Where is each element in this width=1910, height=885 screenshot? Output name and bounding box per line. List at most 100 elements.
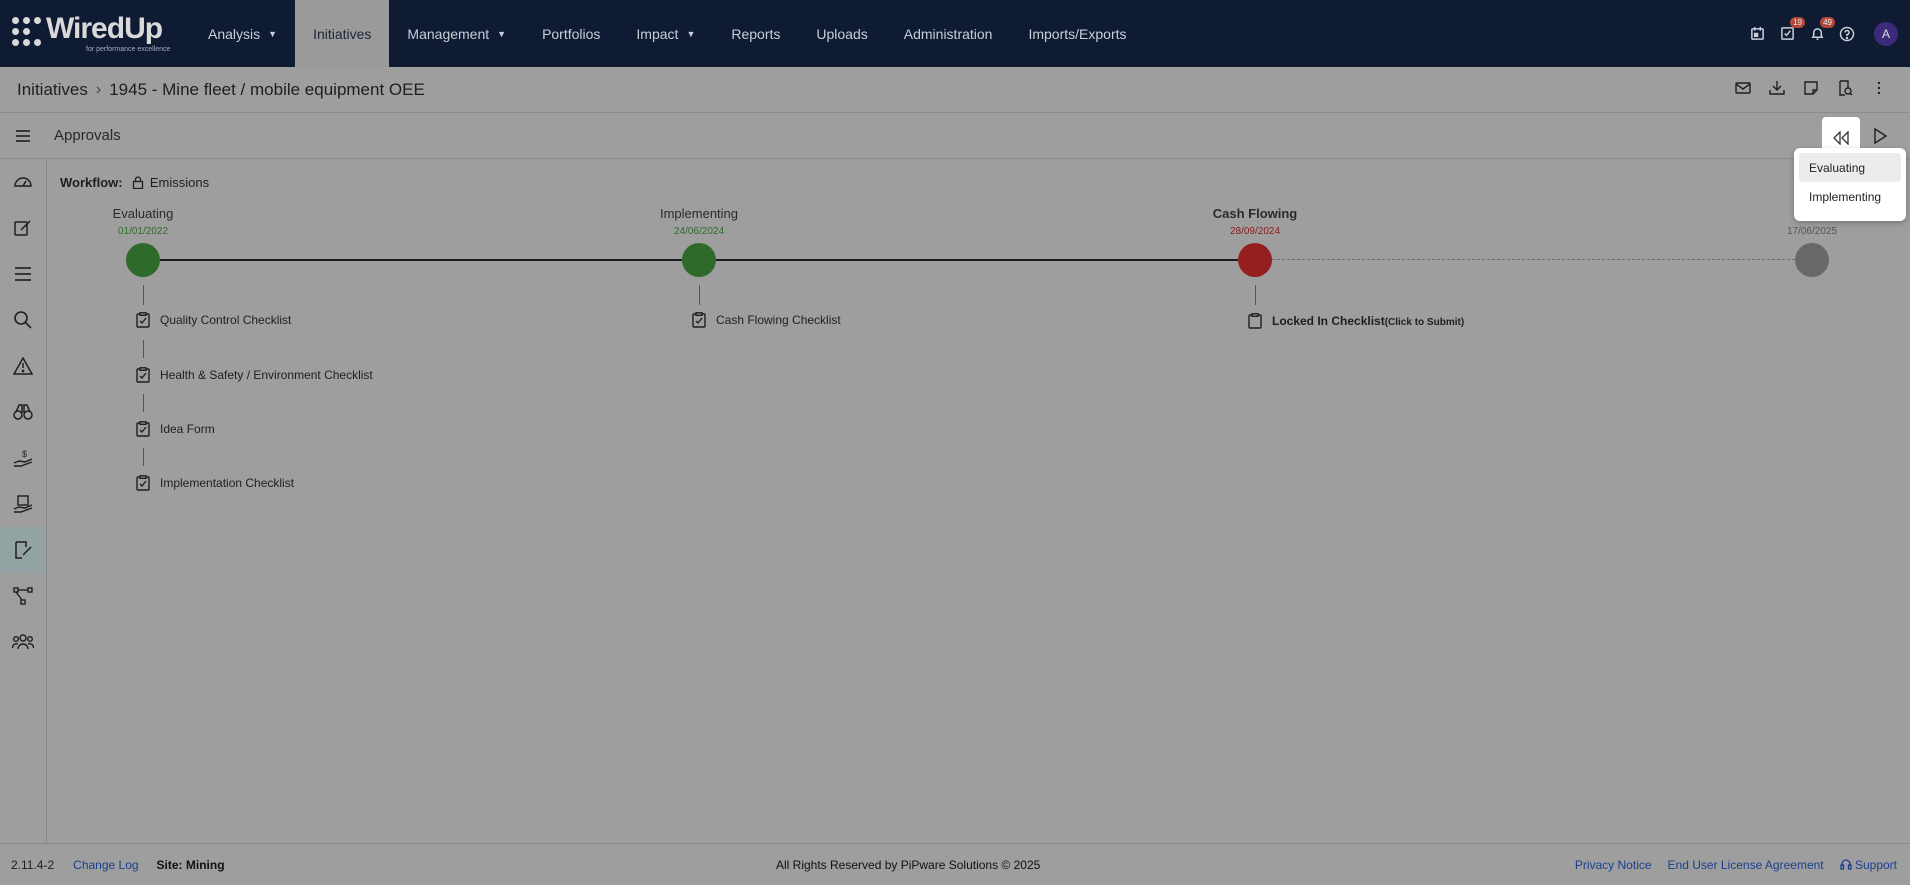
stage-date-evaluating: 01/01/2022 xyxy=(117,226,169,237)
menu-toggle-icon[interactable] xyxy=(0,129,46,143)
sidebar-item-risks[interactable] xyxy=(0,343,46,389)
user-avatar[interactable]: A xyxy=(1874,21,1898,46)
gauge-icon xyxy=(14,177,32,187)
nav-portfolios[interactable]: Portfolios xyxy=(524,0,618,67)
bell-icon[interactable]: 49 xyxy=(1808,16,1835,43)
nav-administration[interactable]: Administration xyxy=(886,0,1011,67)
money-hand-icon: $ xyxy=(13,449,33,467)
caret-down-icon: ▼ xyxy=(686,28,696,39)
stage-name-cash-flowing: Cash Flowing xyxy=(1212,206,1298,221)
dropdown-option-evaluating[interactable]: Evaluating xyxy=(1799,153,1901,182)
nav-reports[interactable]: Reports xyxy=(713,0,798,67)
lock-icon xyxy=(133,176,144,190)
hand-box-icon xyxy=(13,495,33,513)
logo-dots-icon xyxy=(12,17,44,49)
step-back-dropdown: Evaluating Implementing xyxy=(1794,148,1906,221)
left-sidebar: $ xyxy=(0,159,47,843)
page-title: 1945 - Mine fleet / mobile equipment OEE xyxy=(109,79,425,99)
clipboard-icon xyxy=(1248,313,1262,329)
clipboard-check-icon xyxy=(136,312,150,328)
tasks-icon[interactable]: 19 xyxy=(1778,16,1805,43)
sidebar-item-review[interactable] xyxy=(0,389,46,435)
copyright-text: All Rights Reserved by PiPware Solutions… xyxy=(776,857,1041,872)
clipboard-check-icon xyxy=(136,421,150,437)
stage-node-implementing[interactable] xyxy=(682,243,716,277)
sidebar-item-dashboard[interactable] xyxy=(0,159,46,205)
help-icon[interactable] xyxy=(1838,25,1856,43)
privacy-link[interactable]: Privacy Notice xyxy=(1575,858,1652,872)
email-icon[interactable] xyxy=(1734,79,1752,97)
svg-text:$: $ xyxy=(22,449,27,459)
changelog-link[interactable]: Change Log xyxy=(73,858,138,872)
section-header: Approvals xyxy=(0,113,1910,159)
checklist-connector xyxy=(143,448,144,466)
eula-link[interactable]: End User License Agreement xyxy=(1668,858,1824,872)
checklist-item[interactable]: Idea Form xyxy=(136,421,215,437)
timeline-connector-pending xyxy=(1272,259,1795,260)
nav-initiatives[interactable]: Initiatives xyxy=(295,0,390,67)
section-title: Approvals xyxy=(54,127,121,144)
list-icon xyxy=(15,267,31,281)
note-icon[interactable] xyxy=(1802,79,1820,97)
checklist-item[interactable]: Quality Control Checklist xyxy=(136,312,291,328)
checklist-connector xyxy=(143,340,144,358)
approval-icon xyxy=(15,541,32,559)
dropdown-option-implementing[interactable]: Implementing xyxy=(1799,182,1901,211)
calendar-icon[interactable] xyxy=(1748,25,1766,43)
stage-name-implementing: Implementing xyxy=(659,206,739,221)
nav-imports-exports[interactable]: Imports/Exports xyxy=(1010,0,1144,67)
site-label: Site: Mining xyxy=(156,857,225,872)
submit-checklist-item[interactable]: Locked In Checklist(Click to Submit) xyxy=(1248,313,1464,329)
nav-management[interactable]: Management ▼ xyxy=(389,0,524,67)
support-icon xyxy=(1839,858,1852,870)
more-vertical-icon[interactable] xyxy=(1870,79,1888,97)
sidebar-item-search[interactable] xyxy=(0,297,46,343)
breadcrumb-root[interactable]: Initiatives xyxy=(17,80,88,100)
logo-tagline: for performance excellence xyxy=(86,46,171,53)
sidebar-item-workflow[interactable] xyxy=(0,573,46,619)
sidebar-item-approvals[interactable] xyxy=(0,527,46,573)
timeline-connector xyxy=(716,259,1238,261)
stage-date-implementing: 24/06/2024 xyxy=(673,226,725,237)
checklist-item[interactable]: Health & Safety / Environment Checklist xyxy=(136,367,373,383)
support-link[interactable]: Support xyxy=(1839,858,1897,872)
chevron-right-icon: › xyxy=(95,80,102,98)
nav-uploads[interactable]: Uploads xyxy=(798,0,885,67)
sidebar-item-resources[interactable] xyxy=(0,481,46,527)
nav-analysis[interactable]: Analysis ▼ xyxy=(190,0,295,67)
top-navbar: WiredUp for performance excellence Analy… xyxy=(0,0,1910,67)
clipboard-check-icon xyxy=(692,312,706,328)
caret-down-icon: ▼ xyxy=(268,28,278,39)
document-search-icon[interactable] xyxy=(1836,79,1854,97)
stage-name-evaluating: Evaluating xyxy=(112,206,174,221)
checklist-item[interactable]: Implementation Checklist xyxy=(136,475,294,491)
stage-node-cash-flowing[interactable] xyxy=(1238,243,1272,277)
workflow-label: Workflow: Emissions xyxy=(60,175,210,190)
download-icon[interactable] xyxy=(1768,79,1786,97)
nav-impact[interactable]: Impact ▼ xyxy=(618,0,713,67)
logo-wordmark: WiredUp xyxy=(46,12,163,45)
checklist-connector xyxy=(1255,285,1256,305)
sidebar-item-team[interactable] xyxy=(0,619,46,665)
checklist-item[interactable]: Cash Flowing Checklist xyxy=(692,312,841,328)
warning-icon xyxy=(13,357,33,375)
timeline-connector xyxy=(160,259,682,261)
workflow-name: Emissions xyxy=(149,175,210,190)
version-label: 2.11.4-2 xyxy=(11,857,55,872)
sidebar-item-edit[interactable] xyxy=(0,205,46,251)
brand-logo[interactable]: WiredUp for performance excellence xyxy=(0,0,190,67)
play-icon xyxy=(1874,128,1888,144)
sidebar-item-list[interactable] xyxy=(0,251,46,297)
zoom-icon xyxy=(14,311,32,329)
tasks-badge: 19 xyxy=(1790,16,1805,28)
caret-down-icon: ▼ xyxy=(497,28,507,39)
footer: 2.11.4-2 Change Log Site: Mining All Rig… xyxy=(0,843,1910,885)
step-forward-button[interactable] xyxy=(1868,124,1892,148)
stage-date-locked-in: 17/06/2025 xyxy=(1786,226,1838,237)
users-icon xyxy=(12,634,34,650)
stage-node-locked-in[interactable] xyxy=(1795,243,1829,277)
stage-node-evaluating[interactable] xyxy=(126,243,160,277)
clipboard-check-icon xyxy=(136,367,150,383)
binoculars-icon xyxy=(13,404,33,420)
sidebar-item-financials[interactable]: $ xyxy=(0,435,46,481)
